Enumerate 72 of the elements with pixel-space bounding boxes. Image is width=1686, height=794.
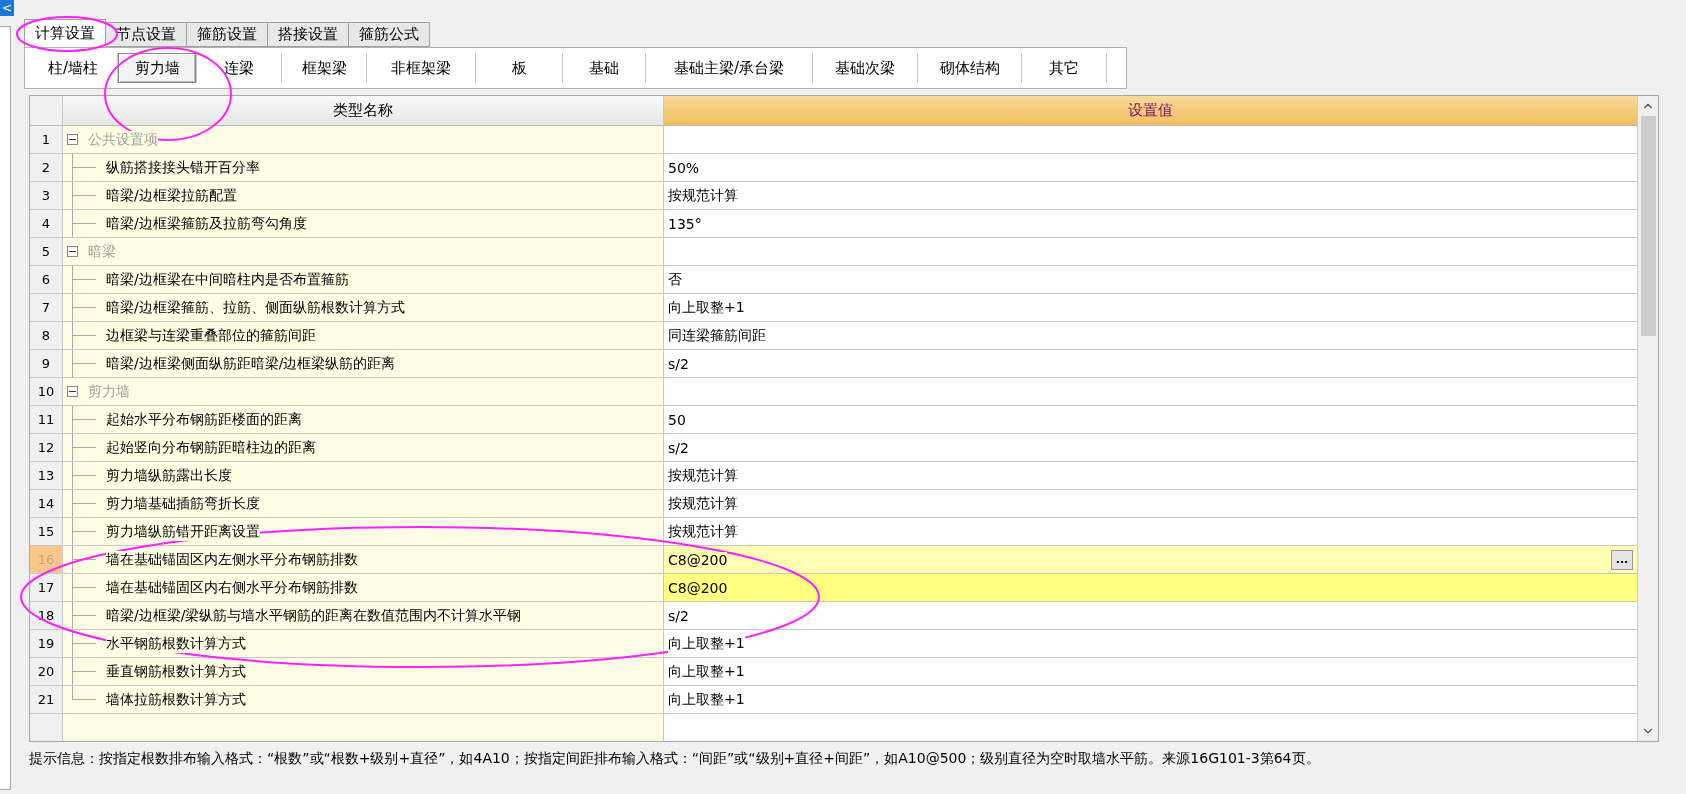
- table-cell: 水平钢筋根数计算方式: [63, 630, 664, 658]
- row-number: 14: [30, 490, 63, 518]
- row-number: 12: [30, 434, 63, 462]
- subtab[interactable]: 砌体结构: [918, 53, 1021, 83]
- row-number: 17: [30, 574, 63, 602]
- corner-cell: [30, 96, 63, 126]
- table-cell: 墙体拉筋根数计算方式: [63, 686, 664, 714]
- subtab[interactable]: 其它: [1022, 53, 1106, 83]
- tab[interactable]: 箍筋设置: [186, 22, 268, 47]
- tab[interactable]: 箍筋公式: [348, 22, 430, 47]
- row-number: 18: [30, 602, 63, 630]
- group-label: 剪力墙: [88, 382, 130, 401]
- table-cell: 起始水平分布钢筋距楼面的距离: [63, 406, 664, 434]
- row-number: 8: [30, 322, 63, 350]
- table-cell: 暗梁/边框梁箍筋、拉筋、侧面纵筋根数计算方式: [63, 294, 664, 322]
- table-cell: 暗梁/边框梁在中间暗柱内是否布置箍筋: [63, 266, 664, 294]
- table-cell: 剪力墙纵筋露出长度: [63, 462, 664, 490]
- tab[interactable]: 搭接设置: [267, 22, 349, 47]
- row-number: 6: [30, 266, 63, 294]
- tab[interactable]: 计算设置: [24, 19, 106, 47]
- row-number: 15: [30, 518, 63, 546]
- collapse-button[interactable]: <: [0, 0, 14, 16]
- subtab[interactable]: 板: [476, 53, 562, 83]
- scrollbar[interactable]: [1637, 96, 1658, 741]
- table-cell: 暗梁/边框梁/梁纵筋与墙水平钢筋的距离在数值范围内不计算水平钢: [63, 602, 664, 630]
- subtab[interactable]: 基础: [563, 53, 645, 83]
- table-cell: 垂直钢筋根数计算方式: [63, 658, 664, 686]
- row-number: [30, 714, 63, 741]
- subtab[interactable]: 非框架梁: [367, 53, 475, 83]
- column-header: 设置值: [664, 96, 1637, 126]
- row-number: 2: [30, 154, 63, 182]
- collapse-icon[interactable]: [67, 386, 78, 397]
- table-cell: 边框梁与连梁重叠部位的箍筋间距: [63, 322, 664, 350]
- row-number: 10: [30, 378, 63, 406]
- table-cell: 暗梁/边框梁箍筋及拉筋弯勾角度: [63, 210, 664, 238]
- row-number: 13: [30, 462, 63, 490]
- row-number: 3: [30, 182, 63, 210]
- ellipsis-button[interactable]: ...: [1611, 549, 1633, 570]
- column-header: 类型名称: [63, 96, 664, 126]
- row-number: 5: [30, 238, 63, 266]
- row-number: 16: [30, 546, 63, 574]
- subtab[interactable]: 剪力墙: [118, 53, 196, 83]
- value-cell[interactable]: C8@200: [664, 574, 1637, 602]
- table-cell: 暗梁/边框梁拉筋配置: [63, 182, 664, 210]
- table-cell: 剪力墙基础插筋弯折长度: [63, 490, 664, 518]
- table-cell: 起始竖向分布钢筋距暗柱边的距离: [63, 434, 664, 462]
- subtab[interactable]: 基础主梁/承台梁: [646, 53, 812, 83]
- value-cell[interactable]: C8@200 ...: [664, 546, 1637, 574]
- row-number: 11: [30, 406, 63, 434]
- subtab[interactable]: 框架梁: [282, 53, 366, 83]
- table-cell: 暗梁/边框梁侧面纵筋距暗梁/边框梁纵筋的距离: [63, 350, 664, 378]
- table-cell: 墙在基础锚固区内右侧水平分布钢筋排数: [63, 574, 664, 602]
- row-number: 19: [30, 630, 63, 658]
- tab[interactable]: 节点设置: [105, 22, 187, 47]
- row-number: 20: [30, 658, 63, 686]
- table-cell: 墙在基础锚固区内左侧水平分布钢筋排数: [63, 546, 664, 574]
- subtab[interactable]: 柱/墙柱: [29, 53, 117, 83]
- collapse-icon[interactable]: [67, 134, 78, 145]
- subtab[interactable]: 基础次梁: [813, 53, 917, 83]
- row-number: 4: [30, 210, 63, 238]
- scrollbar-thumb[interactable]: [1640, 116, 1656, 336]
- row-number: 9: [30, 350, 63, 378]
- hint-text: 提示信息：按指定根数排布输入格式：“根数”或“根数+级别+直径”，如4A10；按指定间距排布输入格式：“间距”或“级别+直径+间距”，如A10@500；级别直径为空时取墙水平筋。来源16G101-3第64页。: [29, 750, 1321, 768]
- collapse-icon[interactable]: [67, 246, 78, 257]
- row-number: 21: [30, 686, 63, 714]
- row-number: 7: [30, 294, 63, 322]
- subtab[interactable]: 连梁: [197, 53, 281, 83]
- row-number: 1: [30, 126, 63, 154]
- table-cell: 剪力墙纵筋错开距离设置: [63, 518, 664, 546]
- table-cell: 纵筋搭接接头错开百分率: [63, 154, 664, 182]
- group-label: 暗梁: [88, 242, 116, 261]
- group-label: 公共设置项: [88, 130, 158, 149]
